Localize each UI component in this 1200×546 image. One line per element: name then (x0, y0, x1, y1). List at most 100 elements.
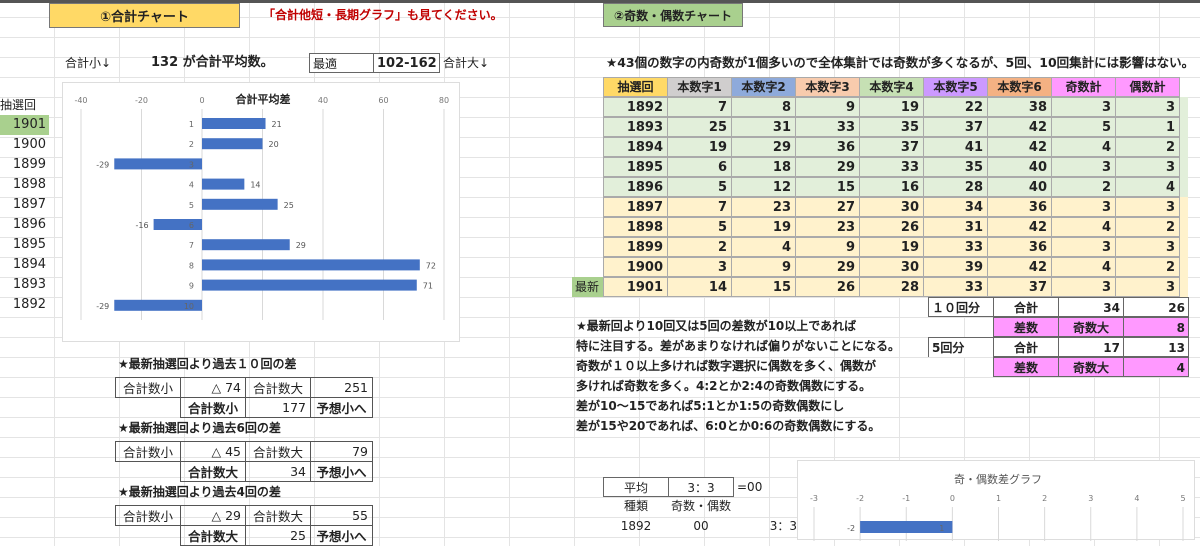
table-cell: 36 (795, 137, 860, 157)
bar (202, 178, 245, 190)
table-cell: 26 (859, 217, 924, 237)
draw-number: 1893 (12, 277, 46, 292)
diff-table: 合計数小 △ 29 合計数大 55 合計数大 25 予想小へ (115, 505, 373, 546)
large-label: 合計数大 (245, 377, 311, 398)
large-value: 251 (310, 377, 373, 398)
table-cell: 22 (923, 97, 988, 117)
result-label: 合計数大 (180, 525, 246, 546)
table-cell: 42 (987, 137, 1052, 157)
column-header: 本数字1 (667, 77, 732, 97)
result-value: 25 (245, 525, 311, 546)
column-header: 本数字6 (987, 77, 1052, 97)
summary-period: 5回分 (928, 337, 994, 357)
summary-diff-label: 差数 (993, 317, 1059, 337)
table-cell: 19 (731, 217, 796, 237)
table-cell: 7 (667, 197, 732, 217)
diff-table-title: ★最新抽選回より過去4回の差 (118, 485, 281, 499)
result-label: 合計数小 (180, 397, 246, 418)
bottom-ratio: 3：3 (769, 519, 797, 533)
table-cell: 3 (1051, 237, 1116, 257)
draw-number: 1894 (12, 257, 46, 272)
table-cell: 4 (1051, 137, 1116, 157)
table-cell: 9 (795, 97, 860, 117)
summary-diff-value: 4 (1123, 357, 1189, 377)
optimal-range[interactable]: 102-162 (373, 53, 440, 73)
summary-diff-label: 差数 (993, 357, 1059, 377)
average-label: 平均 (603, 477, 669, 497)
advice-line: 特に注目する。差があまりなければ偏りがないことになる。 (576, 339, 901, 353)
x-tick-label: 5 (1180, 494, 1185, 503)
table-cell: 1900 (603, 257, 668, 277)
category-label: 5 (189, 201, 194, 210)
advice-line: 差が10～15であれば5:1とか1:5の奇数偶数にし (576, 399, 845, 413)
table-cell: 30 (859, 257, 924, 277)
table-cell: 37 (923, 117, 988, 137)
table-row: 1896 5 12 15 16 28 40 2 4 (603, 177, 1188, 197)
table-cell: 29 (731, 137, 796, 157)
column-header: 本数字2 (731, 77, 796, 97)
x-tick-label: 1 (996, 494, 1001, 503)
table-row: 1895 6 18 29 33 35 40 3 3 (603, 157, 1188, 177)
section1-title: ①合計チャート (49, 3, 240, 28)
diff-table: 合計数小 △ 45 合計数大 79 合計数大 34 予想小へ (115, 441, 373, 482)
latest-label: 最新 (572, 277, 603, 297)
x-tick-label: 3 (1088, 494, 1093, 503)
large-label: 合計数大 (245, 505, 311, 526)
draw-header: 抽選回 (0, 98, 37, 112)
table-cell: 42 (987, 217, 1052, 237)
x-tick-label: 80 (439, 96, 449, 105)
header-row: 抽選回 本数字1 本数字2 本数字3 本数字4 本数字5 本数字6 奇数計 偶数計 (603, 77, 1188, 97)
chart-title: 奇・偶数差グラフ (954, 472, 1042, 486)
table-cell: 2 (1051, 177, 1116, 197)
diff-table-title: ★最新抽選回より過去6回の差 (118, 421, 281, 435)
small-value: △ 29 (180, 505, 246, 526)
table-row: 1894 19 29 36 37 41 42 4 2 (603, 137, 1188, 157)
table-row: 1901 14 15 26 28 33 37 3 3 (603, 277, 1188, 297)
column-header: 奇数計 (1051, 77, 1116, 97)
type-label: 種類 (623, 499, 648, 513)
x-tick-label: 0 (950, 494, 955, 503)
draw-number: 1895 (12, 237, 46, 252)
table-cell: 3 (1115, 277, 1180, 297)
table-cell: 4 (1051, 217, 1116, 237)
column-header: 偶数計 (1115, 77, 1180, 97)
notice-text: 「合計他短・長期グラフ」も見てください。 (263, 8, 503, 22)
table-cell: 1899 (603, 237, 668, 257)
table-row: 1898 5 19 23 26 31 42 4 2 (603, 217, 1188, 237)
result-label: 合計数大 (180, 461, 246, 482)
table-cell: 37 (859, 137, 924, 157)
data-label: 14 (250, 181, 260, 190)
summary-even-total: 26 (1123, 297, 1189, 317)
table-cell: 40 (987, 177, 1052, 197)
large-value: 55 (310, 505, 373, 526)
bar (202, 259, 420, 271)
bar (202, 279, 417, 291)
optimal-label[interactable]: 最適 (309, 53, 374, 73)
diff-table: 合計数小 △ 74 合計数大 251 合計数小 177 予想小へ (115, 377, 373, 418)
table-cell: 2 (1115, 137, 1180, 157)
table-cell: 3 (1115, 157, 1180, 177)
diff-table-title: ★最新抽選回より過去１０回の差 (118, 357, 297, 371)
data-label: 20 (269, 140, 279, 149)
bar (153, 219, 202, 230)
table-cell: 12 (731, 177, 796, 197)
x-tick-label: -2 (856, 494, 864, 503)
table-cell: 31 (731, 117, 796, 137)
average-code: =00 (737, 480, 763, 494)
data-label: -29 (96, 160, 109, 169)
table-cell: 36 (987, 237, 1052, 257)
table-cell: 34 (923, 197, 988, 217)
table-cell: 9 (795, 237, 860, 257)
category-label: 1 (939, 524, 944, 533)
small-value: △ 45 (180, 441, 246, 462)
table-cell: 1897 (603, 197, 668, 217)
table-cell: 16 (859, 177, 924, 197)
draw-number: 1900 (12, 137, 46, 152)
forecast: 予想小へ (310, 397, 373, 418)
category-label: 2 (189, 140, 194, 149)
table-cell: 1896 (603, 177, 668, 197)
section2-title: ②奇数・偶数チャート (603, 3, 743, 27)
large-label: 合計数大 (245, 441, 311, 462)
small-label: 合計数小 (115, 377, 181, 398)
column-header: 本数字4 (859, 77, 924, 97)
